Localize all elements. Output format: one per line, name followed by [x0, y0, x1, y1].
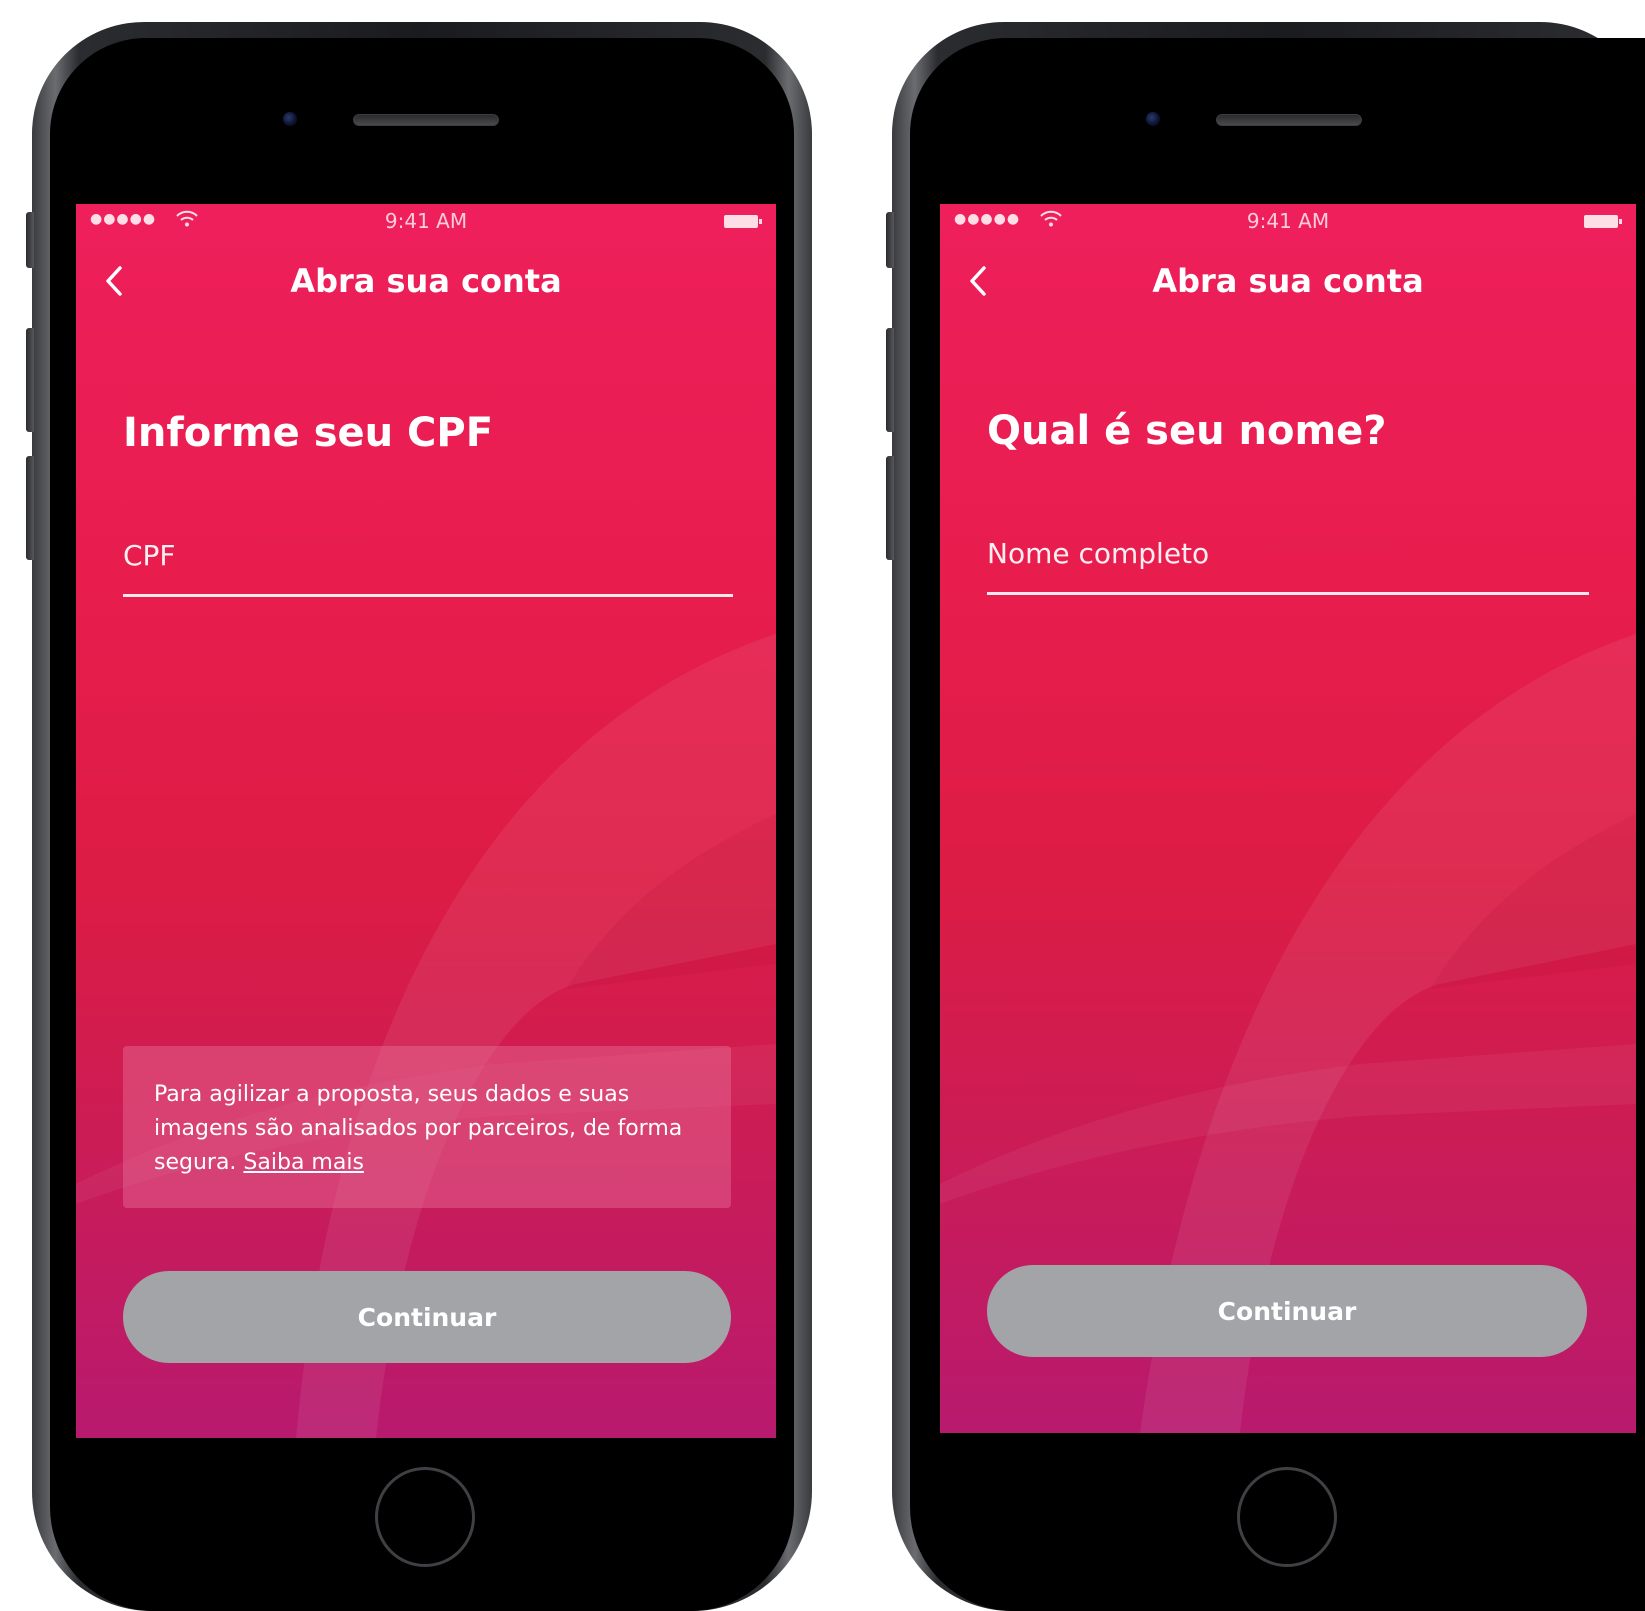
learn-more-link[interactable]: Saiba mais — [243, 1150, 363, 1175]
continue-button[interactable]: Continuar — [123, 1271, 731, 1363]
earpiece-speaker — [353, 114, 499, 126]
status-bar: ●●●●● 9:41 AM — [940, 204, 1636, 238]
status-bar: ●●●●● 9:41 AM — [76, 204, 776, 238]
mute-switch — [886, 212, 894, 268]
name-heading: Qual é seu nome? — [987, 408, 1387, 454]
home-button — [375, 1467, 475, 1567]
cpf-heading: Informe seu CPF — [123, 410, 494, 456]
cpf-field-container — [123, 524, 733, 597]
status-time: 9:41 AM — [384, 209, 468, 233]
volume-up-button — [886, 328, 894, 432]
page-title: Abra sua conta — [1152, 262, 1424, 300]
name-field-container — [987, 522, 1589, 595]
home-button — [1237, 1467, 1337, 1567]
screen-cpf: ●●●●● 9:41 AM Abra sua conta Informe seu… — [76, 204, 776, 1438]
front-camera-icon — [1146, 112, 1160, 126]
status-time: 9:41 AM — [1246, 209, 1330, 233]
front-camera-icon — [283, 112, 297, 126]
battery-icon — [1584, 215, 1622, 228]
privacy-info-box: Para agilizar a proposta, seus dados e s… — [123, 1046, 731, 1208]
battery-icon — [724, 215, 762, 228]
background-swoosh — [940, 634, 1636, 1433]
volume-down-button — [26, 456, 34, 560]
page-title: Abra sua conta — [290, 262, 562, 300]
continue-button[interactable]: Continuar — [987, 1265, 1587, 1357]
cpf-input[interactable] — [123, 524, 733, 586]
volume-up-button — [26, 328, 34, 432]
privacy-info-text: Para agilizar a proposta, seus dados e s… — [154, 1082, 683, 1175]
mute-switch — [26, 212, 34, 268]
earpiece-speaker — [1216, 114, 1362, 126]
volume-down-button — [886, 456, 894, 560]
full-name-input[interactable] — [987, 522, 1589, 584]
background-swoosh — [76, 634, 776, 1438]
screen-name: ●●●●● 9:41 AM Abra sua conta Qual é seu … — [940, 204, 1636, 1433]
mockup-stage: ●●●●● 9:41 AM Abra sua conta Informe seu… — [0, 0, 1645, 1611]
